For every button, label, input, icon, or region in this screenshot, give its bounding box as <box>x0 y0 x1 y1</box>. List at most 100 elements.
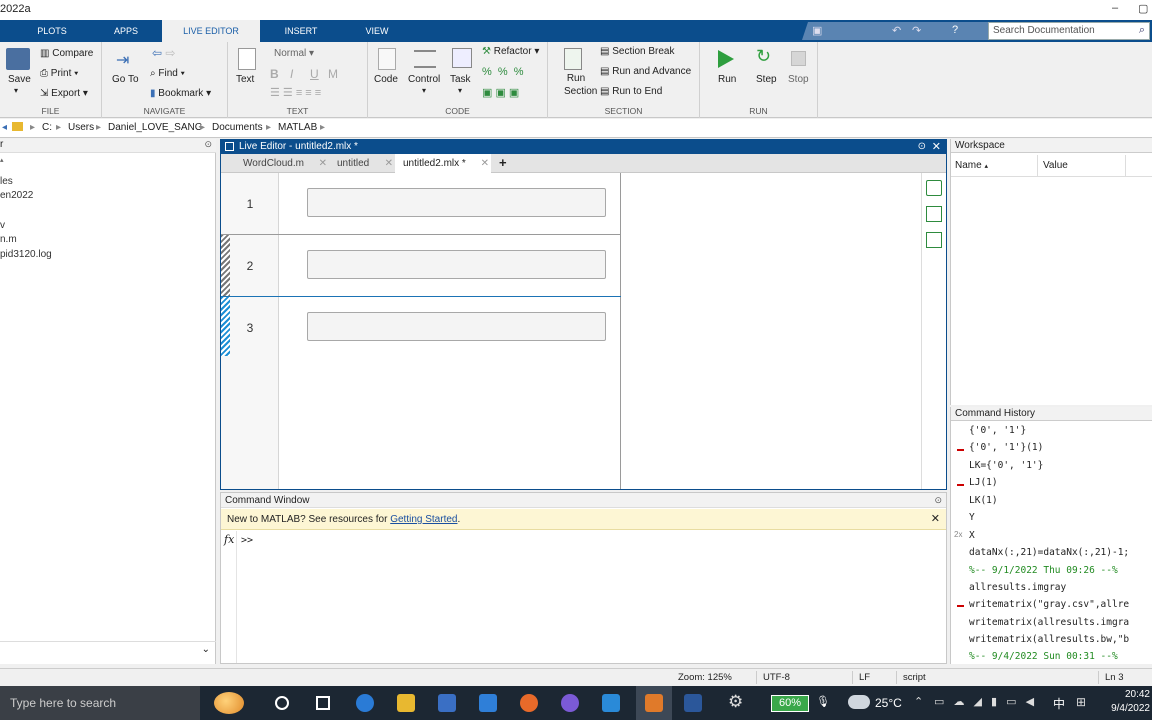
tab-apps[interactable]: APPS <box>104 20 148 42</box>
file-type-status[interactable]: script <box>903 672 926 683</box>
export-button[interactable]: ⇲ Export ▾ <box>40 88 88 99</box>
list-item[interactable]: n.m <box>0 234 17 245</box>
current-folder-bar[interactable]: ◂ ▸ C: ▸ Users ▸ Daniel_LOVE_SANG ▸ Docu… <box>0 119 1152 138</box>
back-arrow-icon[interactable]: ⇦ ⇨ <box>152 46 175 60</box>
code-line[interactable]: 3 <box>221 297 621 359</box>
run-section-button[interactable]: Run Section <box>564 72 597 98</box>
ime-indicator[interactable]: 中 <box>1053 695 1065 712</box>
list-icons[interactable]: ☰ ☰ ≡ ≡ ≡ <box>270 86 321 99</box>
code-line[interactable]: 1 <box>221 173 621 235</box>
line-status[interactable]: Ln 3 <box>1105 672 1124 683</box>
history-entry[interactable]: LK={'0', '1'} <box>969 460 1043 471</box>
code-button[interactable]: Code <box>374 74 398 85</box>
history-entry[interactable]: LJ(1) <box>969 477 998 488</box>
help-icon[interactable]: ? <box>952 24 958 36</box>
panel-menu-icon[interactable]: ⊙ <box>934 493 942 508</box>
command-window[interactable]: Command Window ⊙ New to MATLAB? See reso… <box>220 492 947 664</box>
history-entry[interactable]: {'0', '1'} <box>969 425 1026 436</box>
vscode-icon[interactable] <box>602 694 620 712</box>
print-button[interactable]: ⎙ Print ▾ <box>40 68 78 79</box>
list-item[interactable]: pid3120.log <box>0 249 52 260</box>
taskbar-search[interactable]: Type here to search <box>0 686 200 720</box>
run-button[interactable]: Run <box>718 74 736 85</box>
history-entry[interactable]: dataNx(:,21)=dataNx(:,21)-1; <box>969 547 1129 558</box>
command-prompt[interactable]: >> <box>241 535 253 546</box>
list-item[interactable]: les <box>0 176 13 187</box>
tab-wordcloud[interactable]: WordCloud.m ✕ <box>235 154 329 173</box>
control-button[interactable]: Control <box>408 74 440 85</box>
encoding-status[interactable]: UTF-8 <box>763 672 790 683</box>
close-icon[interactable]: ✕ <box>385 154 393 173</box>
step-button[interactable]: Step <box>756 74 777 85</box>
chevron-down-icon[interactable]: ▾ <box>14 86 18 95</box>
search-documentation-input[interactable]: Search Documentation ⌕ <box>988 22 1150 40</box>
undo-icon[interactable]: ↶ <box>892 24 901 37</box>
compare-button[interactable]: ▥ Compare <box>40 48 93 59</box>
history-entry[interactable]: X <box>969 530 975 541</box>
add-tab-icon[interactable]: + <box>499 155 507 170</box>
mic-icon[interactable]: 🎙 <box>816 695 830 708</box>
word-icon[interactable] <box>684 694 702 712</box>
empty-code-box[interactable] <box>307 250 606 279</box>
save-button[interactable]: Save <box>8 74 31 85</box>
function-browser-icon[interactable]: fx <box>224 533 234 546</box>
close-icon[interactable]: ✕ <box>931 512 940 525</box>
matlab-active-app[interactable] <box>636 686 672 720</box>
panel-menu-icon[interactable]: ⊙ <box>918 140 926 154</box>
col-name[interactable]: Name ▴ <box>955 160 988 171</box>
text-button[interactable]: Text <box>236 74 254 85</box>
code-tools-row1[interactable]: % % % <box>482 66 524 78</box>
eol-status[interactable]: LF <box>859 672 870 683</box>
panel-menu-icon[interactable]: ⊙ <box>204 139 212 150</box>
battery-indicator[interactable]: 60% <box>771 695 809 712</box>
monospace-button[interactable]: M <box>328 67 338 81</box>
ime-mode-icon[interactable]: ⊞ <box>1076 695 1086 709</box>
tab-untitled[interactable]: untitled ✕ <box>329 154 395 173</box>
bold-button[interactable]: B <box>270 67 279 81</box>
bookmark-button[interactable]: ▮ Bookmark ▾ <box>150 88 211 99</box>
settings-icon[interactable]: ⚙ <box>728 692 743 712</box>
section-break-button[interactable]: ▤ Section Break <box>600 46 675 57</box>
mail-icon[interactable] <box>479 694 497 712</box>
empty-code-box[interactable] <box>307 188 606 217</box>
chevron-down-icon[interactable]: ▾ <box>422 86 426 95</box>
code-tools-row2[interactable]: ▣ ▣ ▣ <box>482 86 519 99</box>
chevron-down-icon[interactable]: ⌄ <box>202 644 210 655</box>
col-value[interactable]: Value <box>1043 160 1068 171</box>
weather-cloud-icon[interactable] <box>848 695 870 709</box>
tray-icons[interactable]: ▭ ☁ ◢ ▮ ▭ ◀ <box>934 695 1037 708</box>
breadcrumb-user[interactable]: Daniel_LOVE_SANG <box>108 122 203 133</box>
list-item[interactable]: v <box>0 220 5 231</box>
output-inline-icon[interactable] <box>926 206 942 222</box>
output-right-icon[interactable] <box>926 180 942 196</box>
save-icon[interactable]: ▣ <box>812 24 822 37</box>
tab-plots[interactable]: PLOTS <box>0 20 104 42</box>
breadcrumb-documents[interactable]: Documents <box>212 122 263 133</box>
history-entry[interactable]: Y <box>969 512 975 523</box>
redo-icon[interactable]: ↷ <box>912 24 921 37</box>
empty-code-box[interactable] <box>307 312 606 341</box>
breadcrumb-matlab[interactable]: MATLAB <box>278 122 317 133</box>
hide-code-icon[interactable] <box>926 232 942 248</box>
chevron-down-icon[interactable]: ▾ <box>458 86 462 95</box>
goto-button[interactable]: Go To <box>112 74 139 85</box>
close-icon[interactable]: ✕ <box>481 154 489 173</box>
minimize-icon[interactable]: – <box>1112 2 1118 14</box>
firefox-dev-icon[interactable] <box>561 694 579 712</box>
edge-icon[interactable] <box>356 694 374 712</box>
list-item[interactable]: en2022 <box>0 190 33 201</box>
breadcrumb-c[interactable]: C: <box>42 122 52 133</box>
sort-arrow-icon[interactable]: ▴ <box>0 156 4 164</box>
stop-button[interactable]: Stop <box>788 74 809 85</box>
task-button[interactable]: Task <box>450 74 471 85</box>
folder-icon[interactable] <box>12 122 23 131</box>
style-dropdown[interactable]: Normal ▾ <box>274 48 314 59</box>
italic-button[interactable]: I <box>290 67 293 81</box>
refactor-button[interactable]: ⚒ Refactor ▾ <box>482 46 539 57</box>
cortana-icon[interactable] <box>275 696 289 710</box>
breadcrumb-users[interactable]: Users <box>68 122 94 133</box>
underline-button[interactable]: U <box>310 67 319 81</box>
tab-live-editor[interactable]: LIVE EDITOR <box>162 20 260 42</box>
search-icon[interactable]: ⌕ <box>1139 24 1145 37</box>
tab-insert[interactable]: INSERT <box>262 20 340 42</box>
